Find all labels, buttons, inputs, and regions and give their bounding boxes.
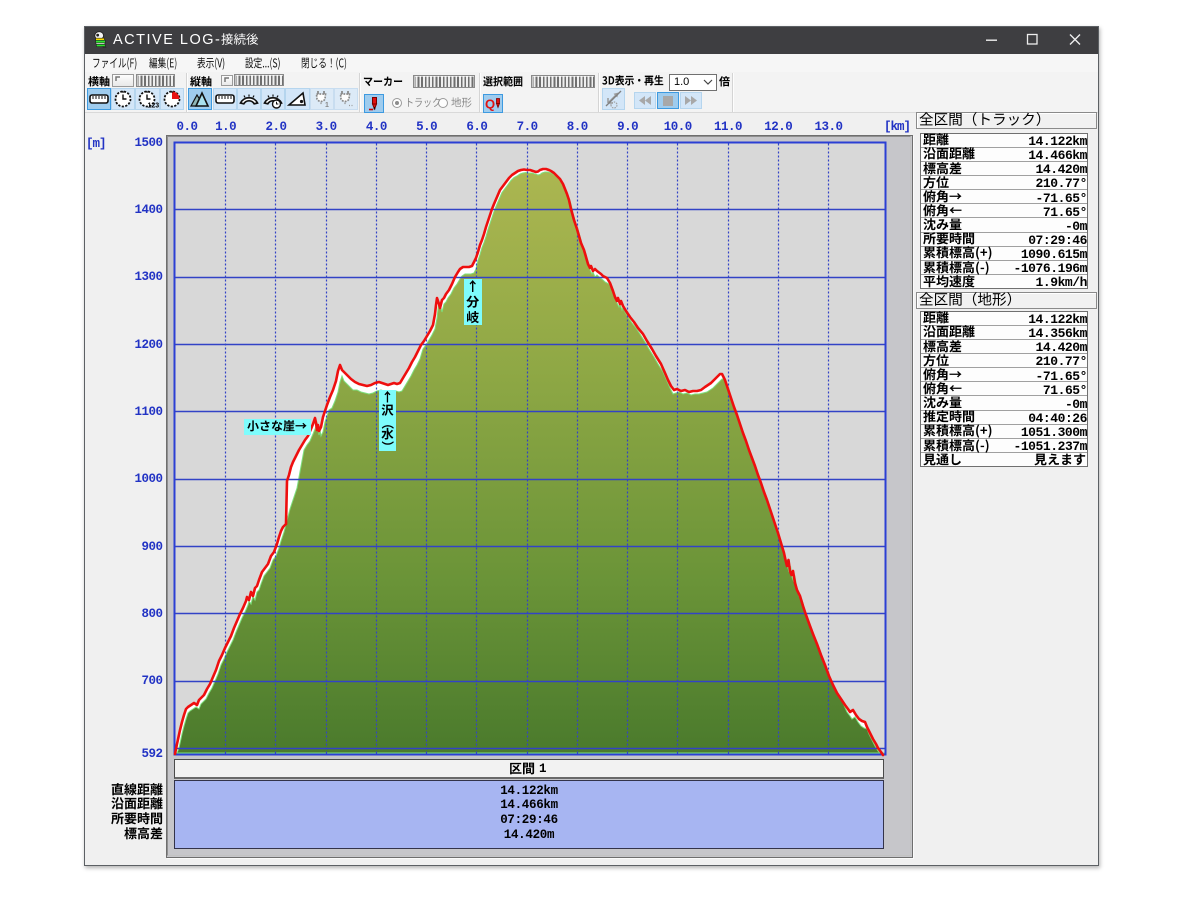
svg-text:Q: Q [485,96,495,111]
svg-text:123: 123 [148,103,160,110]
svg-text:1: 1 [325,102,329,109]
